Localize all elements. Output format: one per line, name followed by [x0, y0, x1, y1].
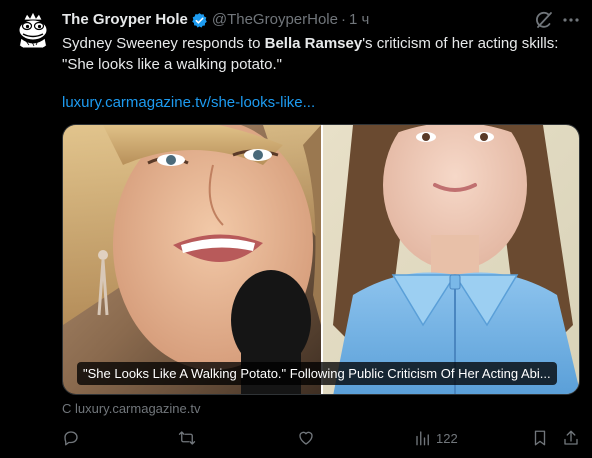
tweet-text: Sydney Sweeney responds to Bella Ramsey'… — [62, 33, 582, 75]
avatar[interactable] — [12, 8, 54, 50]
views-button[interactable]: 122 — [414, 428, 458, 448]
bookmark-button[interactable] — [531, 428, 549, 448]
verified-badge-icon — [192, 12, 207, 28]
repost-button[interactable] — [178, 428, 196, 448]
tweet[interactable]: The Groyper Hole @TheGroyperHole · 1 ч S… — [0, 0, 592, 458]
reply-icon — [64, 431, 78, 446]
share-button[interactable] — [562, 428, 580, 448]
grok-button[interactable] — [534, 10, 554, 30]
card-source[interactable]: С luxury.carmagazine.tv — [62, 401, 200, 417]
like-icon — [299, 431, 313, 445]
frog-avatar-icon — [12, 8, 54, 50]
views-count: 122 — [436, 430, 458, 446]
tweet-text-before: Sydney Sweeney responds to — [62, 35, 265, 52]
more-button[interactable] — [561, 10, 581, 30]
tweet-time[interactable]: 1 ч — [349, 10, 369, 30]
views-icon — [416, 431, 429, 446]
separator-dot: · — [340, 11, 346, 28]
mention-bella-ramsey: Bella Ramsey — [264, 35, 363, 52]
author-handle[interactable]: @TheGroyperHole — [212, 10, 338, 30]
tweet-link[interactable]: luxury.carmagazine.tv/she-looks-like... — [62, 93, 315, 113]
card-image — [63, 125, 579, 394]
link-card[interactable]: "She Looks Like A Walking Potato." Follo… — [62, 124, 580, 395]
repost-icon — [178, 431, 196, 445]
bookmark-icon — [534, 430, 546, 446]
card-title[interactable]: "She Looks Like A Walking Potato." Follo… — [77, 362, 557, 385]
more-icon — [563, 18, 579, 22]
tweet-header: The Groyper Hole @TheGroyperHole · 1 ч — [62, 10, 369, 30]
like-button[interactable] — [297, 428, 315, 448]
tweet-actions: 122 — [62, 428, 582, 448]
reply-button[interactable] — [62, 428, 80, 448]
author-name[interactable]: The Groyper Hole — [62, 10, 188, 30]
share-icon — [564, 430, 578, 445]
grok-icon — [536, 11, 552, 28]
